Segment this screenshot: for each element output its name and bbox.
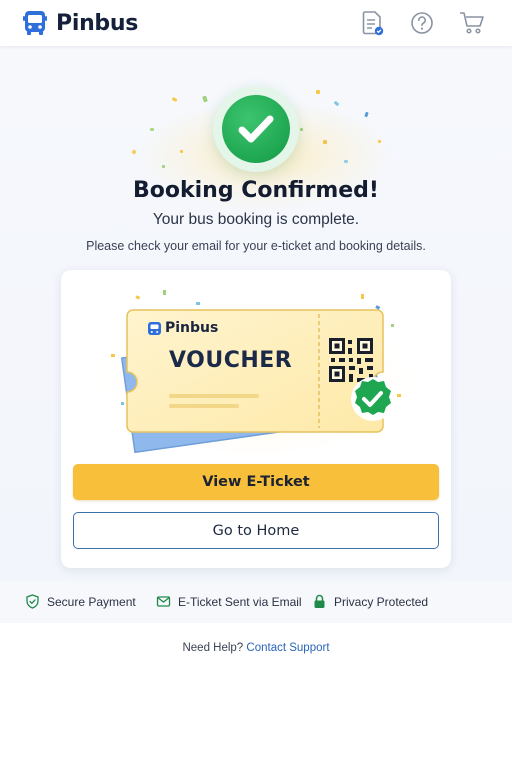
contact-support-link[interactable]: Contact Support [246,642,329,654]
help-prefix: Need Help? [182,642,244,654]
voucher-brand: Pinbus [165,320,219,336]
email-note: Please check your email for your e-ticke… [86,239,426,253]
help-text: Need Help? Contact Support [0,642,512,654]
brand-name: Pinbus [56,10,139,36]
page-title: Booking Confirmed! [133,178,379,203]
feature-label: Secure Payment [47,594,136,609]
feature-label: E-Ticket Sent via Email [178,594,302,609]
view-eticket-button[interactable]: View E-Ticket [73,464,439,500]
header-actions [358,9,486,37]
ticket-doc-icon[interactable] [358,9,386,37]
checkmark-icon [238,115,274,143]
brand[interactable]: Pinbus [20,8,138,38]
help-section [0,623,512,685]
success-badge [213,86,299,172]
feature-eticket-email: E-Ticket Sent via Email [156,594,302,609]
cart-icon[interactable] [458,9,486,37]
feature-secure-payment: Secure Payment [25,594,136,609]
voucher-label: VOUCHER [169,348,293,373]
trust-features: Secure Payment E-Ticket Sent via Email P… [0,581,512,623]
bus-logo-icon [23,11,47,35]
lock-icon [314,594,325,608]
go-home-button[interactable]: Go to Home [73,512,439,549]
voucher-card: Pinbus VOUCHER View E-Ticket Go to Home [61,270,451,568]
shield-check-icon [26,594,39,609]
app-header: Pinbus [0,0,512,46]
page-footer-space [0,685,512,768]
help-icon[interactable] [408,9,436,37]
feature-label: Privacy Protected [334,594,429,609]
mail-icon [156,596,171,607]
feature-privacy: Privacy Protected [312,594,428,609]
page-subtitle: Your bus booking is complete. [152,211,360,228]
